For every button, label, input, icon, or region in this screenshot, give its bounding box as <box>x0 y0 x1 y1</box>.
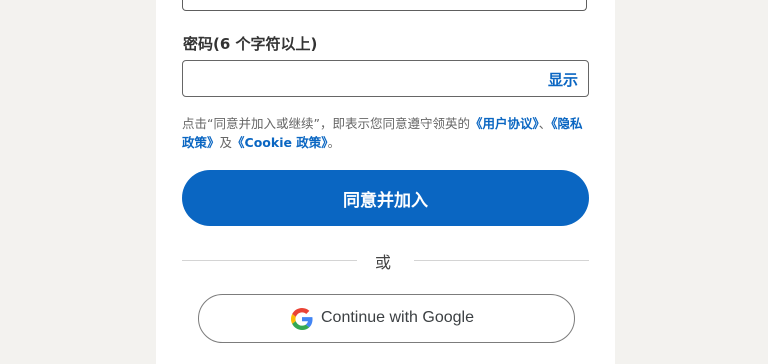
user-agreement-link[interactable]: 《用户协议》 <box>470 116 539 131</box>
signup-card: 密码(6 个字符以上) 显示 点击“同意并加入或继续”，即表示您同意遵守领英的《… <box>156 0 615 364</box>
continue-with-google-button[interactable]: Continue with Google <box>198 294 575 343</box>
email-field[interactable] <box>182 0 587 11</box>
show-password-button[interactable]: 显示 <box>548 69 578 90</box>
password-label: 密码(6 个字符以上) <box>183 35 318 53</box>
legal-notice: 点击“同意并加入或继续”，即表示您同意遵守领英的《用户协议》、《隐私政策》及《C… <box>182 114 589 152</box>
agree-and-join-button[interactable]: 同意并加入 <box>182 170 589 226</box>
google-button-label: Continue with Google <box>321 309 474 326</box>
google-icon <box>291 308 313 330</box>
password-field-container: 显示 <box>182 60 589 97</box>
password-input[interactable] <box>183 61 543 96</box>
legal-separator: 、 <box>538 116 552 131</box>
divider-line-left <box>182 260 357 261</box>
divider-line-right <box>414 260 589 261</box>
legal-prefix: 点击“同意并加入或继续”，即表示您同意遵守领英的 <box>182 116 470 131</box>
divider-or-text: 或 <box>375 253 392 272</box>
legal-suffix: 。 <box>327 135 341 150</box>
cookie-policy-link[interactable]: 《Cookie 政策》 <box>232 135 328 150</box>
legal-conjunction: 及 <box>219 135 233 150</box>
